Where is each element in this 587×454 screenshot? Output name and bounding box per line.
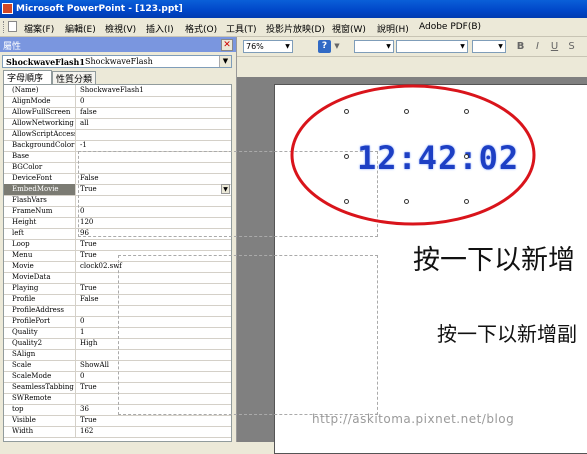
highlight-ring — [290, 84, 536, 226]
watermark-text: http://askitoma.pixnet.net/blog — [312, 412, 515, 426]
highlight-ring-overlay — [290, 84, 536, 226]
